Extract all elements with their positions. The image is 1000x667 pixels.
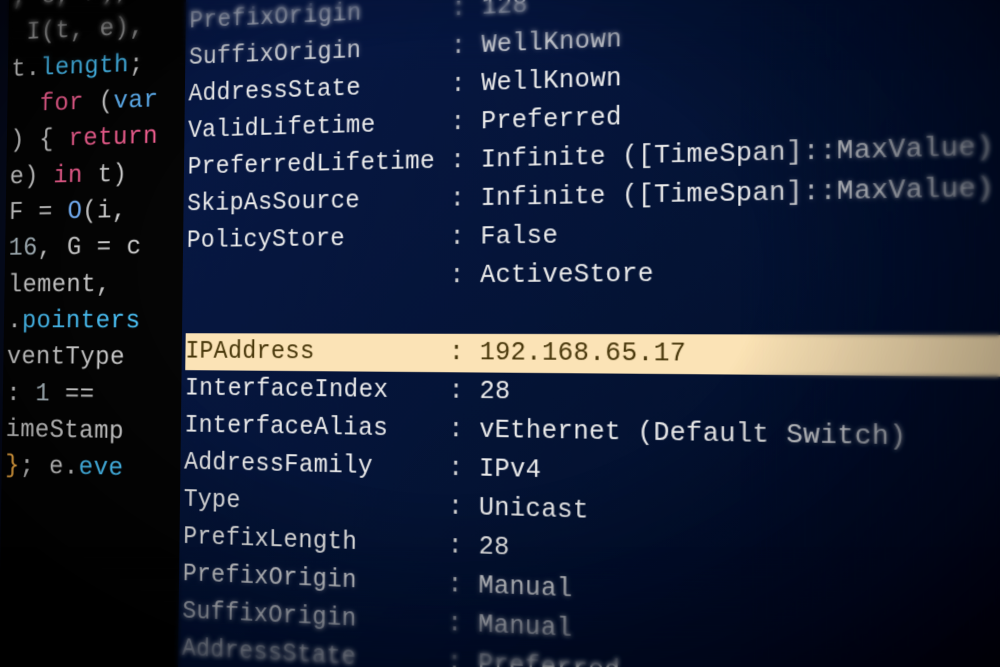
code-token: , xyxy=(129,14,144,43)
code-line: : 1 == xyxy=(6,376,185,415)
terminal-key: InterfaceAlias xyxy=(184,407,433,449)
terminal-separator: : xyxy=(432,608,478,640)
terminal-key: AddressFamily xyxy=(184,444,433,488)
code-line: for (var xyxy=(11,81,189,124)
code-token: F xyxy=(9,199,38,228)
code-editor-pane: , e, n), I(t, e),t.length; for (var) { r… xyxy=(0,0,196,667)
terminal-row: : ActiveStore xyxy=(186,251,1000,297)
code-token: for xyxy=(40,88,99,118)
code-token: I(t, e) xyxy=(12,14,130,48)
code-token: } xyxy=(5,452,20,481)
terminal-value: ActiveStore xyxy=(480,259,654,290)
terminal-separator: : xyxy=(434,222,480,252)
screenshot-viewport: , e, n), I(t, e),t.length; for (var) { r… xyxy=(0,0,1000,667)
code-token: 1 xyxy=(35,380,65,409)
code-token: , G xyxy=(37,234,96,263)
terminal-key: PolicyStore xyxy=(187,219,435,260)
terminal-key: ValidLifetime xyxy=(188,105,436,150)
code-token: e) xyxy=(10,162,54,191)
terminal-separator: : xyxy=(432,530,478,561)
code-token: in xyxy=(53,161,98,190)
code-token: . xyxy=(26,55,41,84)
terminal-separator: : xyxy=(434,261,480,291)
code-line: F = O(i, xyxy=(9,192,187,232)
terminal-key: IPAddress xyxy=(185,333,434,372)
code-token: c xyxy=(126,233,141,262)
code-line: }; e.eve xyxy=(5,448,184,489)
code-token: imeStamp xyxy=(6,416,125,447)
terminal-separator: : xyxy=(435,184,481,214)
terminal-value: 28 xyxy=(479,377,510,407)
terminal-separator: : xyxy=(433,376,479,406)
terminal-value: Preferred xyxy=(478,649,621,667)
terminal-separator: : xyxy=(436,0,482,24)
code-line: 16, G = c xyxy=(8,229,187,268)
code-line: ventType xyxy=(7,340,186,378)
terminal-value: Manual xyxy=(478,610,572,644)
terminal-value: WellKnown xyxy=(481,25,622,60)
terminal-key: InterfaceIndex xyxy=(185,370,434,410)
code-token: eve xyxy=(78,454,123,484)
code-token: ) { xyxy=(10,126,69,156)
code-token: , xyxy=(115,0,130,7)
code-line: lement, xyxy=(8,266,187,304)
terminal-separator: : xyxy=(435,107,481,137)
terminal-key: SkipAsSource xyxy=(187,181,435,223)
terminal-separator: : xyxy=(435,146,481,176)
code-token: pointers xyxy=(22,307,141,336)
code-token: lement xyxy=(8,271,96,300)
code-token: = xyxy=(38,198,68,227)
terminal-row xyxy=(186,293,1000,335)
terminal-value: vEthernet (Default Switch) xyxy=(479,415,907,453)
terminal-value: 192.168.65.17 xyxy=(480,338,687,369)
code-token: , e, n) xyxy=(12,0,115,13)
code-token: (i, xyxy=(82,197,142,227)
terminal-separator: : xyxy=(432,569,478,601)
code-token: t) xyxy=(97,160,127,189)
terminal-separator: : xyxy=(433,453,479,484)
code-token: . xyxy=(64,453,79,482)
code-token: t xyxy=(11,55,26,84)
terminal-value: Manual xyxy=(478,571,572,605)
terminal-value: Preferred xyxy=(481,103,622,137)
terminal-separator: : xyxy=(435,69,481,100)
terminal-value: Unicast xyxy=(479,493,589,526)
terminal-separator: : xyxy=(433,492,479,523)
code-token: var xyxy=(113,86,158,116)
code-token: 16 xyxy=(8,235,37,264)
code-line: imeStamp xyxy=(5,412,184,452)
code-token: ; e xyxy=(20,453,64,483)
code-token: = xyxy=(96,234,126,263)
terminal-value: False xyxy=(480,221,558,252)
terminal-separator: : xyxy=(434,338,480,368)
terminal-key: SuffixOrigin xyxy=(182,593,432,643)
code-token: ; xyxy=(129,50,159,80)
code-line: e) in t) xyxy=(9,155,187,196)
code-token: ventType xyxy=(7,343,125,372)
terminal-separator: : xyxy=(432,647,478,667)
terminal-key: PreferredLifetime xyxy=(187,143,435,186)
code-line: ) { return xyxy=(10,118,188,160)
terminal-value: WellKnown xyxy=(481,64,622,99)
terminal-value: 28 xyxy=(478,532,509,563)
code-token: . xyxy=(7,307,22,335)
code-token: O xyxy=(67,198,82,227)
terminal-separator: : xyxy=(433,415,479,445)
terminal-key xyxy=(186,282,434,283)
code-token: return xyxy=(68,123,158,154)
code-line: .pointers xyxy=(7,303,186,340)
terminal-output-pane: PrefixLength : UnicastPrefixOrigin : 128… xyxy=(177,0,1000,667)
terminal-separator: : xyxy=(436,31,482,62)
code-token xyxy=(11,91,40,120)
terminal-value: Infinite ([TimeSpan]::MaxValue) xyxy=(480,173,994,213)
code-token: : xyxy=(6,380,36,409)
code-token: length xyxy=(40,51,129,83)
code-token: ( xyxy=(98,88,113,117)
code-token: == xyxy=(65,380,95,409)
terminal-value: 128 xyxy=(482,0,528,22)
terminal-value: IPv4 xyxy=(479,454,542,485)
code-token: , xyxy=(96,270,126,299)
perspective-scene: , e, n), I(t, e),t.length; for (var) { r… xyxy=(0,0,1000,667)
